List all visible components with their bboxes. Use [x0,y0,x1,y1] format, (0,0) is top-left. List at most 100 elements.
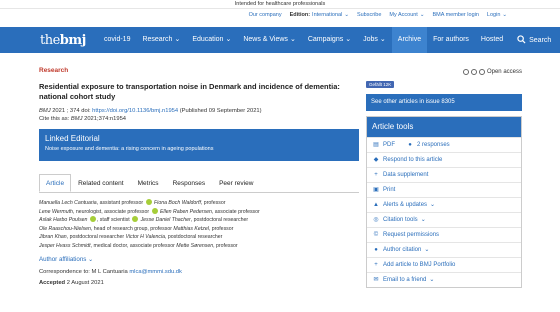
tool-email[interactable]: ✉ Email to a friend ⌄ [367,272,521,287]
open-access-label: Open access [486,69,522,75]
author-affiliations-toggle[interactable]: Author affiliations ⌄ [39,256,359,263]
author-name[interactable]: Ole Raaschou-Nielsen [39,226,91,232]
edition-selector[interactable]: Edition: International ⌄ [290,12,349,18]
chevron-down-icon: ⌄ [225,36,232,43]
nav-jobs[interactable]: Jobs ⌄ [357,27,392,53]
tool-print[interactable]: ▣ Print [367,182,521,197]
author-name[interactable]: Lene Wermuth [39,209,73,215]
nc-icon [478,69,485,75]
orcid-icon[interactable] [145,199,152,205]
tool-citation[interactable]: ◎ Citation tools ⌄ [367,212,521,227]
tab-metrics[interactable]: Metrics [131,174,166,192]
linked-editorial[interactable]: Linked Editorial Noise exposure and deme… [39,129,359,161]
author-list: Manuella Lech Cantuaria, assistant profe… [39,199,357,251]
citation-text: 2021 ; 374 doi: [50,108,93,114]
email-icon: ✉ [373,276,379,283]
tool-responses[interactable]: 2 responses [417,138,450,153]
reply-icon: ◆ [373,156,379,163]
cc-icon [462,69,469,75]
author-role: , professor [200,200,226,206]
doi-link[interactable]: https://doi.org/10.1136/bmj.n1954 [92,108,178,114]
cite-as-label: Cite this as: [39,116,71,122]
author-name[interactable]: Manuella Lech Cantuaria [39,200,97,206]
nav-label: Jobs [363,36,378,43]
accepted-value: 2 August 2021 [65,279,104,286]
my-account-label: My Account [389,12,418,18]
author-name[interactable]: Jesper Hvass Schmidt [39,243,91,249]
author-name[interactable]: Aslak Harbo Poulsen [39,217,87,223]
bmj-logo[interactable]: thebmj [40,33,98,48]
author-role: , professor [213,242,238,249]
tool-author-citation[interactable]: ● Author citation ⌄ [367,242,521,257]
author-name[interactable]: Ellen Raben Pedersen [160,209,212,215]
login-label: Login [486,12,501,18]
print-icon: ▣ [373,186,379,193]
citation-journal: BMJ [39,108,51,114]
article-main: Research Residential exposure to transpo… [39,53,359,286]
chevron-down-icon: ⌄ [289,36,296,43]
tool-label: Print [383,186,396,193]
tool-label: Add article to BMJ Portfolio [383,261,456,268]
nav-label: Research [142,36,173,43]
nav-education[interactable]: Education ⌄ [186,27,237,53]
accepted-date: Accepted 2 August 2021 [39,280,359,286]
tool-data-supplement[interactable]: + Data supplement [367,167,521,182]
facebook-like-button[interactable]: Gefällt 12K [366,81,395,88]
by-icon [470,69,477,75]
tool-pdf[interactable]: ▤ PDF ● 2 responses [367,137,521,152]
bma-login-link[interactable]: BMA member login [432,12,478,18]
tool-label: Respond to this article [383,156,443,163]
issue-button[interactable]: See other articles in issue 8305 [366,94,522,111]
correspondence-email[interactable]: mlca@mmmi.sdu.dk [129,269,182,275]
tab-related-content[interactable]: Related content [71,174,131,192]
orcid-icon[interactable] [151,207,158,214]
nav-news-views[interactable]: News & Views ⌄ [237,27,301,53]
tab-article[interactable]: Article [39,174,72,192]
correspondence-label: Correspondence to: M L Cantuaria [39,268,130,275]
login-menu[interactable]: Login ⌄ [487,12,507,18]
facebook-like: Gefällt 12K [366,81,522,88]
chevron-down-icon: ⌄ [430,201,436,208]
search-icon [517,34,526,46]
chevron-down-icon: ⌄ [88,255,94,263]
my-account-menu[interactable]: My Account ⌄ [389,12,424,18]
orcid-icon[interactable] [132,216,139,223]
search-button[interactable]: Search [509,34,559,46]
subscribe-link[interactable]: Subscribe [357,12,381,18]
chevron-down-icon: ⌄ [379,36,386,43]
nav-label: Education [192,36,224,43]
nav-covid-19[interactable]: covid-19 [98,27,136,53]
tool-label: Data supplement [383,171,429,178]
author-name[interactable]: Mette Sørensen [176,243,213,249]
nav-archive[interactable]: Archive [391,27,428,53]
sidebar: Open access Gefällt 12K See other articl… [366,53,522,288]
tab-peer-review[interactable]: Peer review [212,174,260,192]
nav-campaigns[interactable]: Campaigns ⌄ [302,27,357,53]
nav-hosted[interactable]: Hosted [475,27,509,53]
tool-permissions[interactable]: © Request permissions [367,227,521,242]
author-name[interactable]: Fiona Boch Waldorff [154,200,201,206]
tool-respond[interactable]: ◆ Respond to this article [367,152,521,167]
author-name[interactable]: Victor H Valencia [126,234,166,240]
nav-for-authors[interactable]: For authors [427,27,475,53]
nav-research[interactable]: Research ⌄ [136,27,186,53]
author-name[interactable]: Jibran Khan [39,234,67,240]
nav-label: News & Views [243,36,288,43]
main-nav: thebmj covid-19 Research ⌄ Education ⌄ New… [0,27,560,53]
author-icon: ● [374,246,378,253]
tool-label: PDF [383,141,395,148]
chevron-down-icon: ⌄ [419,12,425,18]
orcid-icon[interactable] [89,216,96,223]
editorial-subtitle: Noise exposure and dementia: a rising co… [45,146,214,152]
author-name[interactable]: Jesse Daniel Thacher [141,217,191,223]
tab-responses[interactable]: Responses [166,174,213,192]
tool-portfolio[interactable]: + Add article to BMJ Portfolio [367,257,521,272]
author-role: , head of research group, professor [90,225,174,232]
tool-label: Author citation [383,246,422,253]
our-company-link[interactable]: Our company [249,12,282,18]
tool-alerts[interactable]: ▲ Alerts & updates ⌄ [367,197,521,212]
author-name[interactable]: Matthias Ketzel [173,226,208,232]
chevron-down-icon: ⌄ [420,216,426,223]
chevron-down-icon: ⌄ [424,246,430,253]
citation-icon: ◎ [373,216,379,223]
